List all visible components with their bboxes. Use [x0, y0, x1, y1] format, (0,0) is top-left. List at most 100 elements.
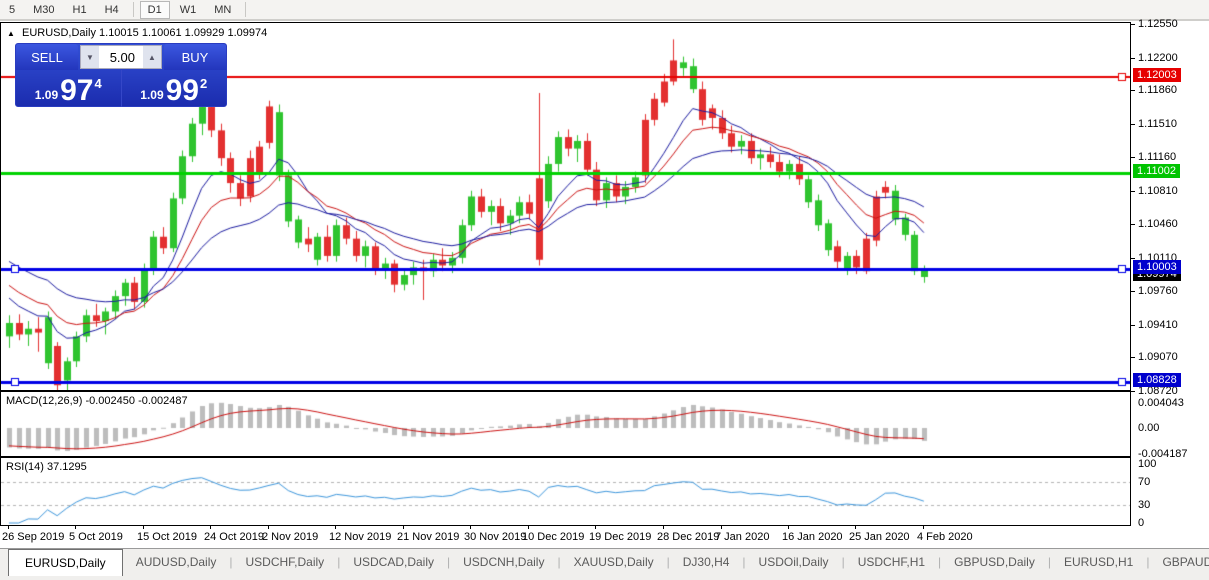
rsi-canvas[interactable]	[1, 458, 1130, 525]
price-tick-mark	[1131, 258, 1135, 259]
price-tick-label: 1.11160	[1138, 151, 1176, 163]
date-tick-mark	[788, 526, 789, 529]
buy-price-big: 99	[166, 77, 199, 105]
chart-tab-usdoil-daily[interactable]: USDOil,Daily	[746, 549, 842, 575]
chart-tab-gbpaud-h1[interactable]: GBPAUD,H1	[1149, 549, 1209, 575]
date-tick-mark	[403, 526, 404, 529]
sell-price-sup: 4	[95, 76, 102, 91]
one-click-trade-panel: SELL ▼ 5.00 ▲ BUY 1.09 97 4 1.09 99 2	[15, 43, 227, 107]
chart-tab-gbpusd-daily[interactable]: GBPUSD,Daily	[941, 549, 1048, 575]
timeframe-button-w1[interactable]: W1	[172, 1, 205, 19]
chart-tab-usdchf-h1[interactable]: USDCHF,H1	[845, 549, 938, 575]
date-tick-mark	[663, 526, 664, 529]
timeframe-button-d1[interactable]: D1	[140, 1, 170, 19]
level-badge: 1.08828	[1133, 373, 1181, 387]
price-tick-mark	[1131, 157, 1135, 158]
level-badge: 1.10003	[1133, 260, 1181, 274]
level-badge: 1.11002	[1133, 164, 1180, 178]
chart-tab-audusd-daily[interactable]: AUDUSD,Daily	[123, 549, 230, 575]
date-tick-label: 24 Oct 2019	[204, 531, 264, 543]
price-tick-label: 1.12200	[1138, 52, 1178, 64]
rsi-axis-label: 30	[1138, 499, 1150, 511]
sell-price-big: 97	[60, 77, 93, 105]
buy-price-sup: 2	[200, 76, 207, 91]
timeframe-button-mn[interactable]: MN	[206, 1, 239, 19]
date-tick-mark	[8, 526, 9, 529]
volume-spinner: ▼ 5.00 ▲	[80, 45, 162, 69]
timeframe-button-h1[interactable]: H1	[65, 1, 95, 19]
date-tick-label: 7 Jan 2020	[715, 531, 769, 543]
chart-tab-usdcnh-daily[interactable]: USDCNH,Daily	[450, 549, 557, 575]
date-tick-label: 26 Sep 2019	[2, 531, 64, 543]
date-tick-label: 30 Nov 2019	[464, 531, 526, 543]
date-tick-mark	[210, 526, 211, 529]
date-tick-mark	[470, 526, 471, 529]
date-tick-label: 10 Dec 2019	[522, 531, 584, 543]
rsi-axis-label: 100	[1138, 458, 1156, 470]
macd-indicator-pane: MACD(12,26,9) -0.002450 -0.002487	[0, 391, 1131, 457]
macd-label: MACD(12,26,9) -0.002450 -0.002487	[6, 395, 188, 407]
date-tick-mark	[923, 526, 924, 529]
date-tick-mark	[528, 526, 529, 529]
chart-tab-xauusd-daily[interactable]: XAUUSD,Daily	[561, 549, 667, 575]
level-badge: 1.12003	[1133, 68, 1181, 82]
chart-tab-dj30-h4[interactable]: DJ30,H4	[670, 549, 743, 575]
date-tick-label: 16 Jan 2020	[782, 531, 843, 543]
sell-price-small: 1.09	[35, 88, 58, 102]
price-tick-label: 1.08720	[1138, 385, 1178, 397]
symbol-label: EURUSD,Daily	[22, 27, 96, 39]
trading-terminal-window: 5M30H1H4 D1W1MN ▲ EURUSD,Daily 1.10015 1.…	[0, 0, 1209, 580]
chart-tab-eurusd-daily[interactable]: EURUSD,Daily	[8, 549, 123, 576]
price-tick-mark	[1131, 24, 1135, 25]
chart-tab-usdcad-daily[interactable]: USDCAD,Daily	[340, 549, 447, 575]
toolbar-separator	[133, 2, 134, 17]
date-tick-label: 28 Dec 2019	[657, 531, 719, 543]
date-axis[interactable]: 26 Sep 2019 5 Oct 2019 15 Oct 2019 24 Oct 2…	[0, 526, 1131, 548]
buy-button[interactable]: BUY	[164, 44, 226, 70]
date-tick-label: 21 Nov 2019	[397, 531, 459, 543]
price-chart-pane: ▲ EURUSD,Daily 1.10015 1.10061 1.09929 1…	[0, 22, 1131, 391]
volume-increase-button[interactable]: ▲	[143, 46, 161, 68]
macd-axis-label: 0.004043	[1138, 397, 1184, 409]
volume-decrease-button[interactable]: ▼	[81, 46, 99, 68]
price-tick-mark	[1131, 191, 1135, 192]
timeframe-button-h4[interactable]: H4	[97, 1, 127, 19]
price-tick-mark	[1131, 124, 1135, 125]
date-tick-label: 15 Oct 2019	[137, 531, 197, 543]
price-tick-mark	[1131, 357, 1135, 358]
date-tick-label: 25 Jan 2020	[849, 531, 910, 543]
chart-tab-usdchf-daily[interactable]: USDCHF,Daily	[233, 549, 338, 575]
date-tick-mark	[595, 526, 596, 529]
collapse-trade-panel-icon[interactable]: ▲	[7, 29, 15, 38]
price-tick-mark	[1131, 391, 1135, 392]
date-tick-label: 2 Nov 2019	[262, 531, 318, 543]
date-tick-mark	[335, 526, 336, 529]
volume-input[interactable]: 5.00	[99, 46, 143, 68]
timeframe-toolbar: 5M30H1H4 D1W1MN	[0, 0, 1209, 21]
date-tick-mark	[855, 526, 856, 529]
buy-price-display[interactable]: 1.09 99 2	[121, 70, 227, 107]
price-tick-label: 1.12550	[1138, 18, 1178, 30]
sell-price-display[interactable]: 1.09 97 4	[16, 70, 121, 107]
date-tick-label: 12 Nov 2019	[329, 531, 391, 543]
rsi-axis-label: 70	[1138, 476, 1150, 488]
price-tick-label: 1.09410	[1138, 319, 1178, 331]
date-tick-mark	[143, 526, 144, 529]
date-tick-mark	[75, 526, 76, 529]
chart-tab-eurusd-h1[interactable]: EURUSD,H1	[1051, 549, 1146, 575]
price-tick-label: 1.10810	[1138, 185, 1178, 197]
ohlc-values: 1.10015 1.10061 1.09929 1.09974	[99, 27, 267, 39]
timeframe-button-m30[interactable]: M30	[25, 1, 62, 19]
date-tick-label: 19 Dec 2019	[589, 531, 651, 543]
sell-button[interactable]: SELL	[16, 44, 78, 70]
symbol-ohlc-line: ▲ EURUSD,Daily 1.10015 1.10061 1.09929 1…	[7, 27, 267, 39]
date-tick-label: 5 Oct 2019	[69, 531, 123, 543]
rsi-axis-label: 0	[1138, 517, 1144, 529]
price-tick-mark	[1131, 291, 1135, 292]
chart-tab-bar: EURUSD,DailyAUDUSD,Daily|USDCHF,Daily|US…	[0, 548, 1209, 580]
timeframe-button-5[interactable]: 5	[1, 1, 23, 19]
price-tick-label: 1.10460	[1138, 218, 1178, 230]
price-axis[interactable]: 1.125501.122001.118601.115101.111601.108…	[1131, 22, 1209, 526]
price-tick-label: 1.09070	[1138, 351, 1178, 363]
date-tick-mark	[268, 526, 269, 529]
